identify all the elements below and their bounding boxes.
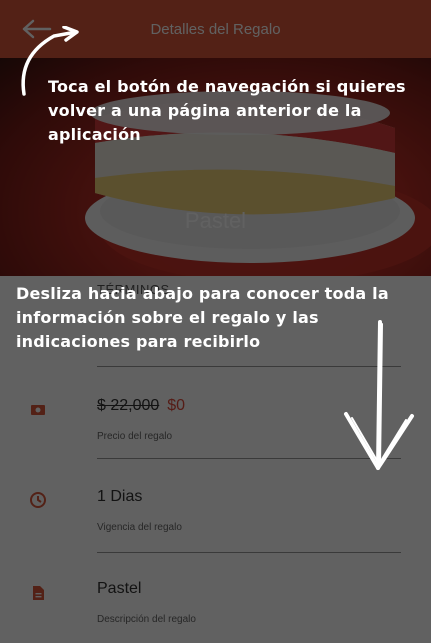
hero-title: Pastel [184, 208, 247, 233]
document-icon [33, 586, 44, 600]
price-value: $ 22,000 $0 [97, 397, 185, 415]
description-value: Pastel [97, 580, 142, 597]
scroll-down-arrow-icon [344, 320, 414, 470]
money-icon [31, 405, 45, 415]
description-label: Descripción del regalo [97, 614, 196, 625]
divider [97, 552, 401, 553]
validity-value: 1 Dias [97, 488, 143, 505]
old-price: $ 22,000 [97, 397, 160, 414]
new-price: $0 [167, 397, 186, 414]
page-title: Detalles del Regalo [150, 20, 281, 38]
description-row: Pastel Descripción del regalo [0, 556, 431, 643]
clock-icon [30, 492, 46, 508]
validity-label: Vigencia del regalo [97, 522, 182, 533]
navigation-coachmark: Toca el botón de navegación si quieres v… [48, 77, 406, 144]
price-label: Precio del regalo [97, 431, 173, 442]
